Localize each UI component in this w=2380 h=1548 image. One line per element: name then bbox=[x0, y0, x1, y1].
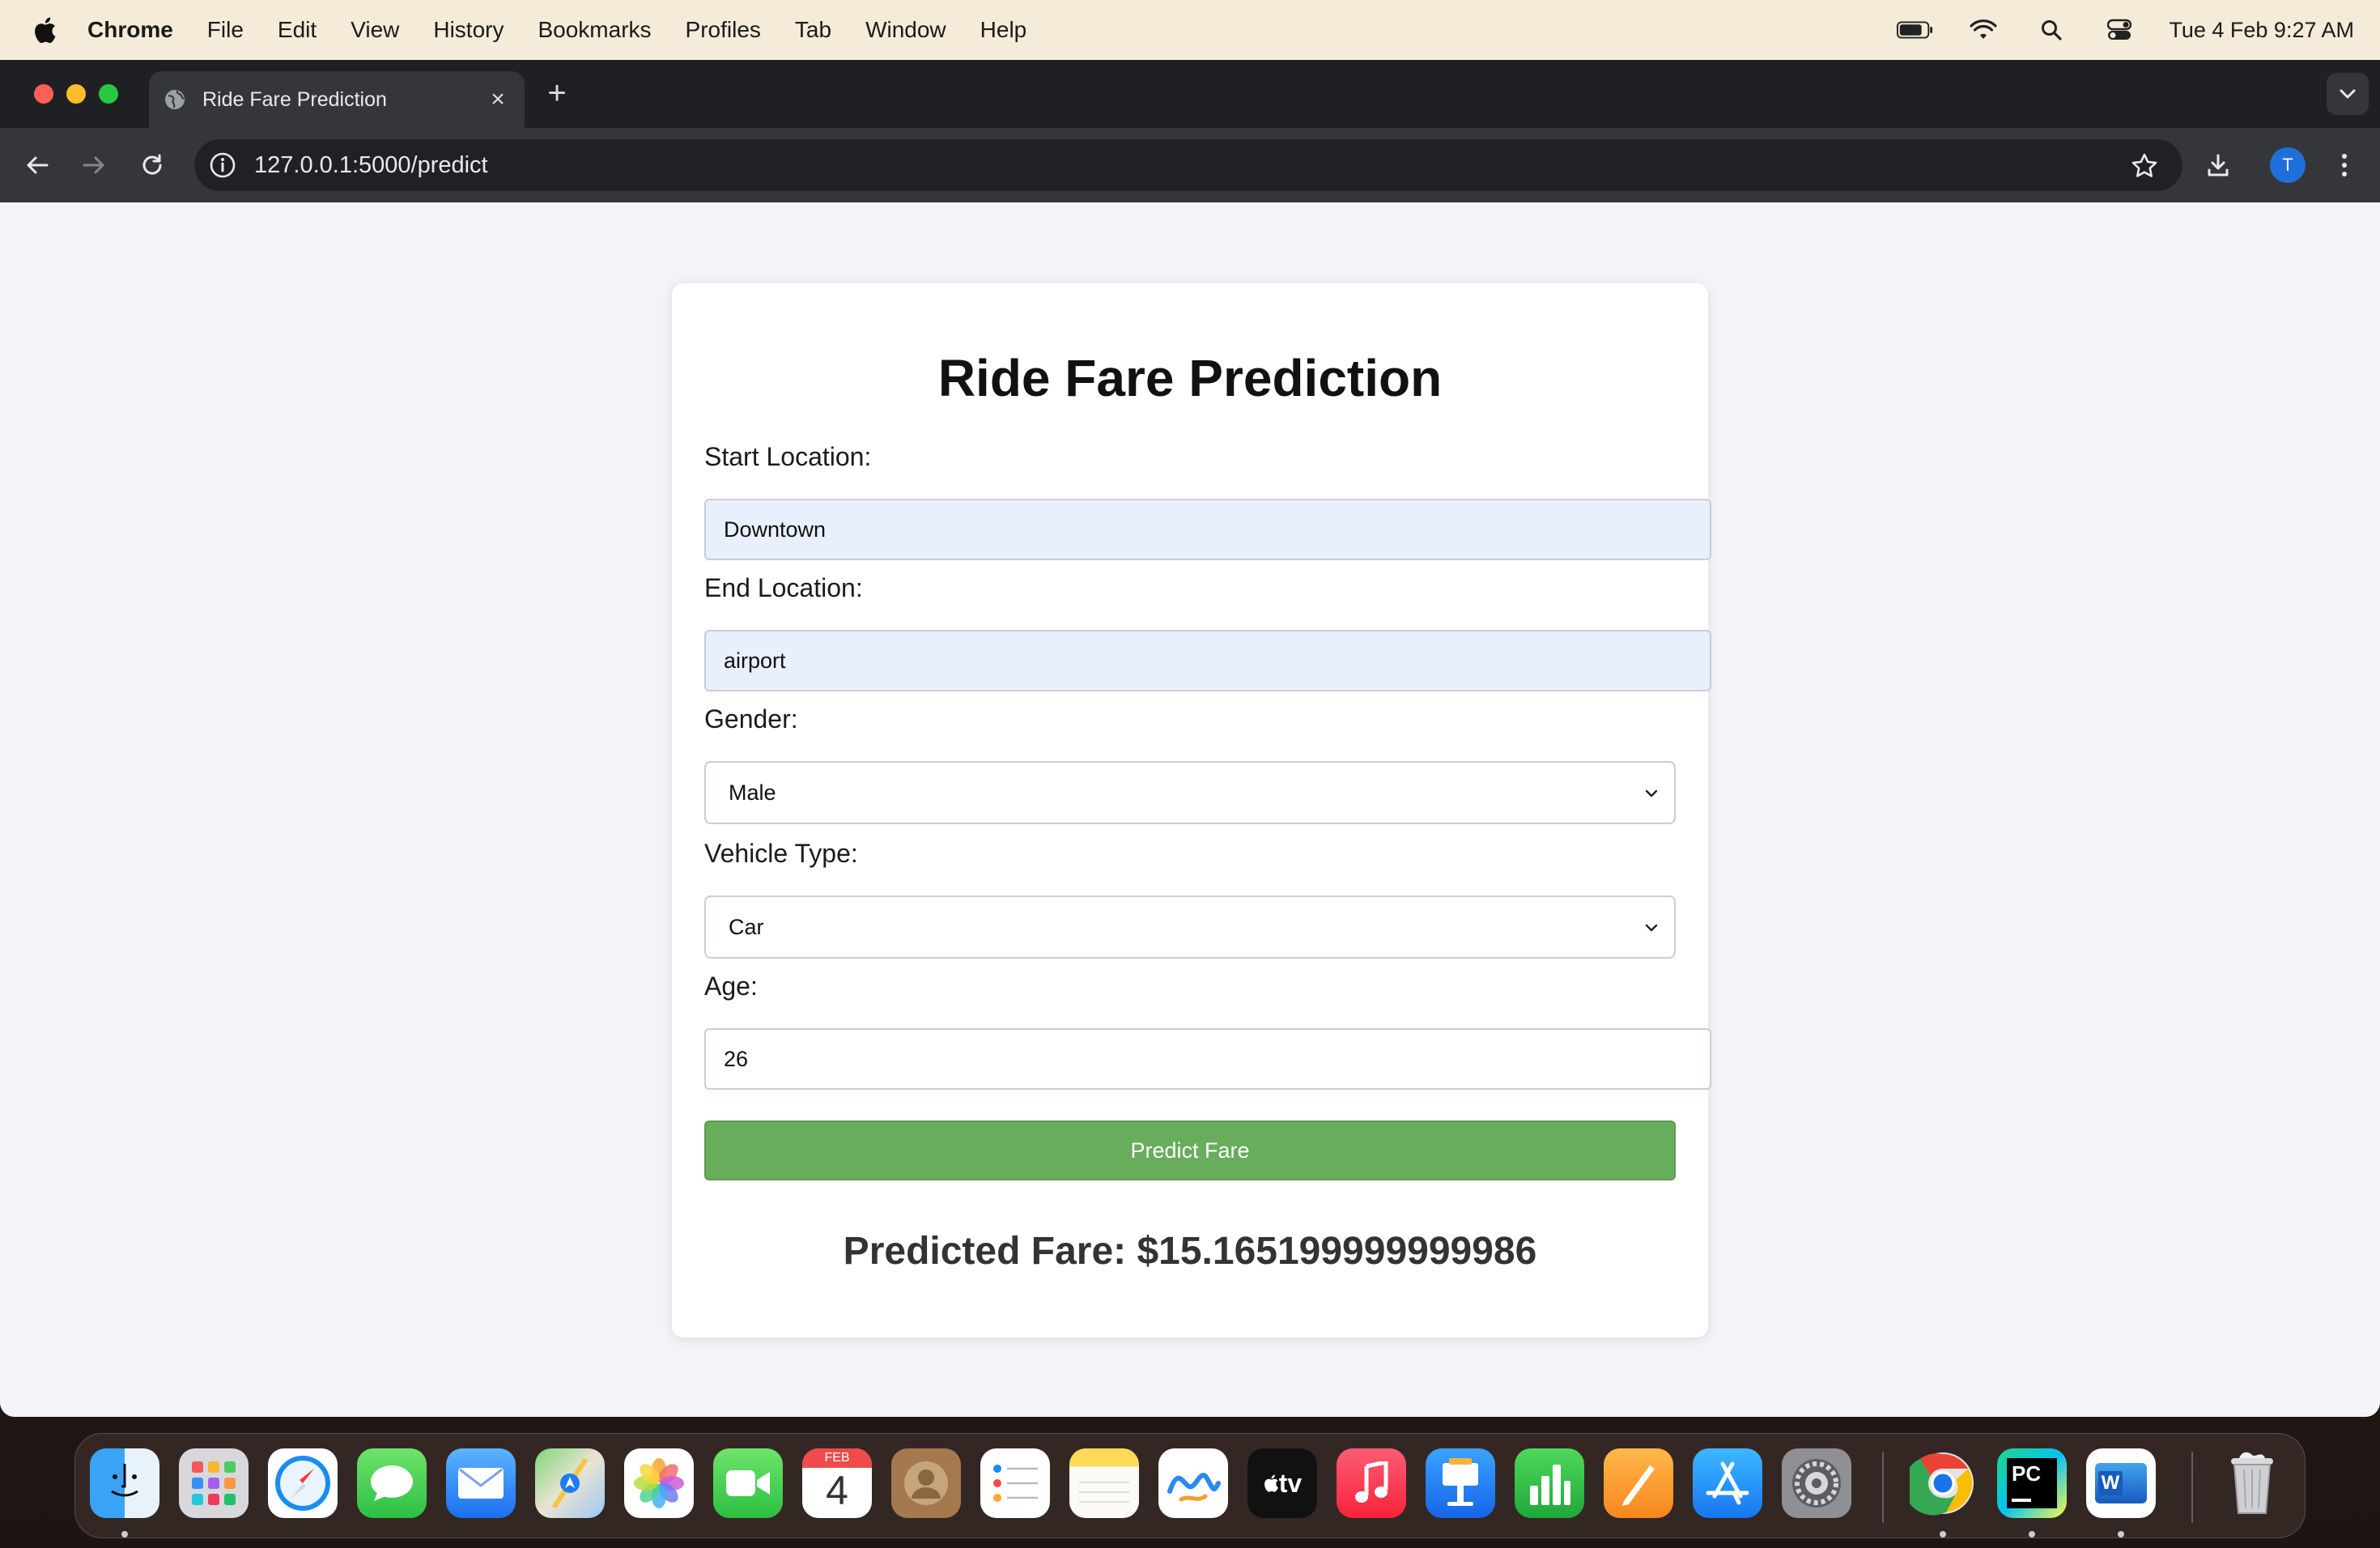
pycharm-running-indicator bbox=[2029, 1531, 2035, 1537]
numbers-icon[interactable] bbox=[1515, 1448, 1584, 1518]
end-location-label: End Location: bbox=[704, 573, 863, 602]
pycharm-badge: PC bbox=[2007, 1458, 2057, 1508]
tab-search-button[interactable] bbox=[2327, 73, 2369, 115]
calendar-icon[interactable]: FEB 4 bbox=[802, 1448, 872, 1518]
finder-icon[interactable] bbox=[90, 1448, 159, 1518]
more-menu-icon[interactable] bbox=[2328, 149, 2361, 181]
macos-dock: FEB 4 tv PC W bbox=[74, 1433, 2306, 1538]
pycharm-label: PC bbox=[2012, 1461, 2042, 1486]
maps-icon[interactable] bbox=[535, 1448, 605, 1518]
messages-icon[interactable] bbox=[357, 1448, 427, 1518]
reminders-icon[interactable] bbox=[980, 1448, 1050, 1518]
prediction-form-card: Ride Fare Prediction Start Location: End… bbox=[672, 283, 1711, 1337]
menu-tab[interactable]: Tab bbox=[795, 17, 831, 43]
keynote-icon[interactable] bbox=[1426, 1448, 1495, 1518]
browser-window: Ride Fare Prediction × + 127.0.0.1:5000/… bbox=[0, 60, 2380, 1417]
back-arrow-icon[interactable] bbox=[21, 149, 53, 181]
menu-file[interactable]: File bbox=[207, 17, 244, 43]
apple-logo-icon bbox=[1264, 1474, 1278, 1492]
dock-separator bbox=[1882, 1452, 1884, 1523]
gender-label: Gender: bbox=[704, 704, 798, 734]
vehicle-type-select[interactable]: Car bbox=[704, 895, 1676, 959]
tab-close-icon[interactable]: × bbox=[486, 87, 510, 112]
gender-selected-value: Male bbox=[729, 780, 776, 805]
profile-avatar[interactable]: T bbox=[2270, 147, 2306, 183]
chrome-running-indicator bbox=[1940, 1531, 1946, 1537]
menu-bookmarks[interactable]: Bookmarks bbox=[538, 17, 651, 43]
menu-history[interactable]: History bbox=[433, 17, 504, 43]
menu-view[interactable]: View bbox=[351, 17, 399, 43]
control-center-icon[interactable] bbox=[2101, 18, 2138, 42]
vehicle-type-label: Vehicle Type: bbox=[704, 839, 858, 868]
battery-icon[interactable] bbox=[1897, 18, 1934, 42]
chevron-down-icon bbox=[1645, 924, 1658, 932]
download-icon[interactable] bbox=[2202, 149, 2234, 181]
pages-icon[interactable] bbox=[1604, 1448, 1673, 1518]
predict-fare-button[interactable]: Predict Fare bbox=[704, 1121, 1676, 1180]
tab-strip: Ride Fare Prediction × + bbox=[0, 60, 2380, 128]
system-settings-icon[interactable] bbox=[1782, 1448, 1851, 1518]
notes-icon[interactable] bbox=[1069, 1448, 1139, 1518]
contacts-icon[interactable] bbox=[891, 1448, 961, 1518]
url-text: 127.0.0.1:5000/predict bbox=[254, 151, 488, 178]
pycharm-underline bbox=[2012, 1499, 2031, 1502]
word-icon[interactable]: W bbox=[2086, 1448, 2156, 1518]
globe-icon bbox=[165, 90, 185, 109]
browser-toolbar: 127.0.0.1:5000/predict T bbox=[0, 128, 2380, 202]
end-location-input[interactable] bbox=[704, 630, 1711, 691]
apple-tv-label: tv bbox=[1278, 1468, 1303, 1498]
forward-arrow-icon[interactable] bbox=[78, 149, 110, 181]
wifi-icon[interactable] bbox=[1965, 18, 2002, 42]
word-running-indicator bbox=[2118, 1531, 2124, 1537]
gender-select[interactable]: Male bbox=[704, 761, 1676, 824]
site-info-icon[interactable] bbox=[209, 151, 236, 179]
start-location-input[interactable] bbox=[704, 499, 1711, 560]
mail-icon[interactable] bbox=[446, 1448, 516, 1518]
apple-tv-icon[interactable]: tv bbox=[1247, 1448, 1317, 1518]
page-viewport: Ride Fare Prediction Start Location: End… bbox=[0, 202, 2380, 1417]
facetime-icon[interactable] bbox=[713, 1448, 783, 1518]
start-location-label: Start Location: bbox=[704, 442, 872, 471]
launchpad-icon[interactable] bbox=[179, 1448, 249, 1518]
music-icon[interactable] bbox=[1337, 1448, 1406, 1518]
tab-ride-fare-prediction[interactable]: Ride Fare Prediction × bbox=[149, 71, 525, 128]
tab-title: Ride Fare Prediction bbox=[202, 87, 387, 111]
window-close-button[interactable] bbox=[34, 84, 53, 104]
page-title: Ride Fare Prediction bbox=[937, 349, 1443, 407]
safari-icon[interactable] bbox=[268, 1448, 338, 1518]
reload-icon[interactable] bbox=[136, 149, 168, 181]
predicted-fare-result: Predicted Fare: $15.165199999999986 bbox=[843, 1230, 1537, 1273]
new-tab-plus-icon[interactable]: + bbox=[542, 77, 572, 109]
apple-logo-icon[interactable] bbox=[32, 16, 57, 44]
calendar-month: FEB bbox=[802, 1448, 872, 1468]
window-minimize-button[interactable] bbox=[66, 84, 86, 104]
calendar-day: 4 bbox=[826, 1468, 848, 1513]
menu-app-name[interactable]: Chrome bbox=[87, 17, 173, 43]
chevron-down-icon bbox=[2340, 89, 2356, 99]
pycharm-icon[interactable]: PC bbox=[1997, 1448, 2067, 1518]
freeform-icon[interactable] bbox=[1158, 1448, 1228, 1518]
menu-window[interactable]: Window bbox=[865, 17, 946, 43]
age-input[interactable] bbox=[704, 1028, 1711, 1090]
macos-menu-bar: Chrome File Edit View History Bookmarks … bbox=[0, 0, 2380, 60]
menubar-clock[interactable]: Tue 4 Feb 9:27 AM bbox=[2169, 18, 2354, 43]
spotlight-search-icon[interactable] bbox=[2033, 18, 2070, 42]
app-store-icon[interactable] bbox=[1693, 1448, 1762, 1518]
chevron-down-icon bbox=[1645, 789, 1658, 797]
menu-edit[interactable]: Edit bbox=[278, 17, 317, 43]
dock-separator bbox=[2191, 1452, 2193, 1523]
bookmark-star-icon[interactable] bbox=[2131, 152, 2158, 180]
trash-icon[interactable] bbox=[2217, 1448, 2287, 1518]
menu-help[interactable]: Help bbox=[980, 17, 1027, 43]
finder-running-indicator bbox=[121, 1531, 128, 1537]
chrome-icon[interactable] bbox=[1908, 1448, 1978, 1518]
photos-icon[interactable] bbox=[624, 1448, 694, 1518]
age-label: Age: bbox=[704, 972, 758, 1001]
word-label: W bbox=[2098, 1471, 2123, 1495]
window-fullscreen-button[interactable] bbox=[99, 84, 118, 104]
word-badge: W bbox=[2095, 1463, 2147, 1503]
address-bar[interactable]: 127.0.0.1:5000/predict bbox=[194, 139, 2182, 191]
menu-profiles[interactable]: Profiles bbox=[686, 17, 761, 43]
vehicle-type-selected-value: Car bbox=[729, 914, 764, 939]
